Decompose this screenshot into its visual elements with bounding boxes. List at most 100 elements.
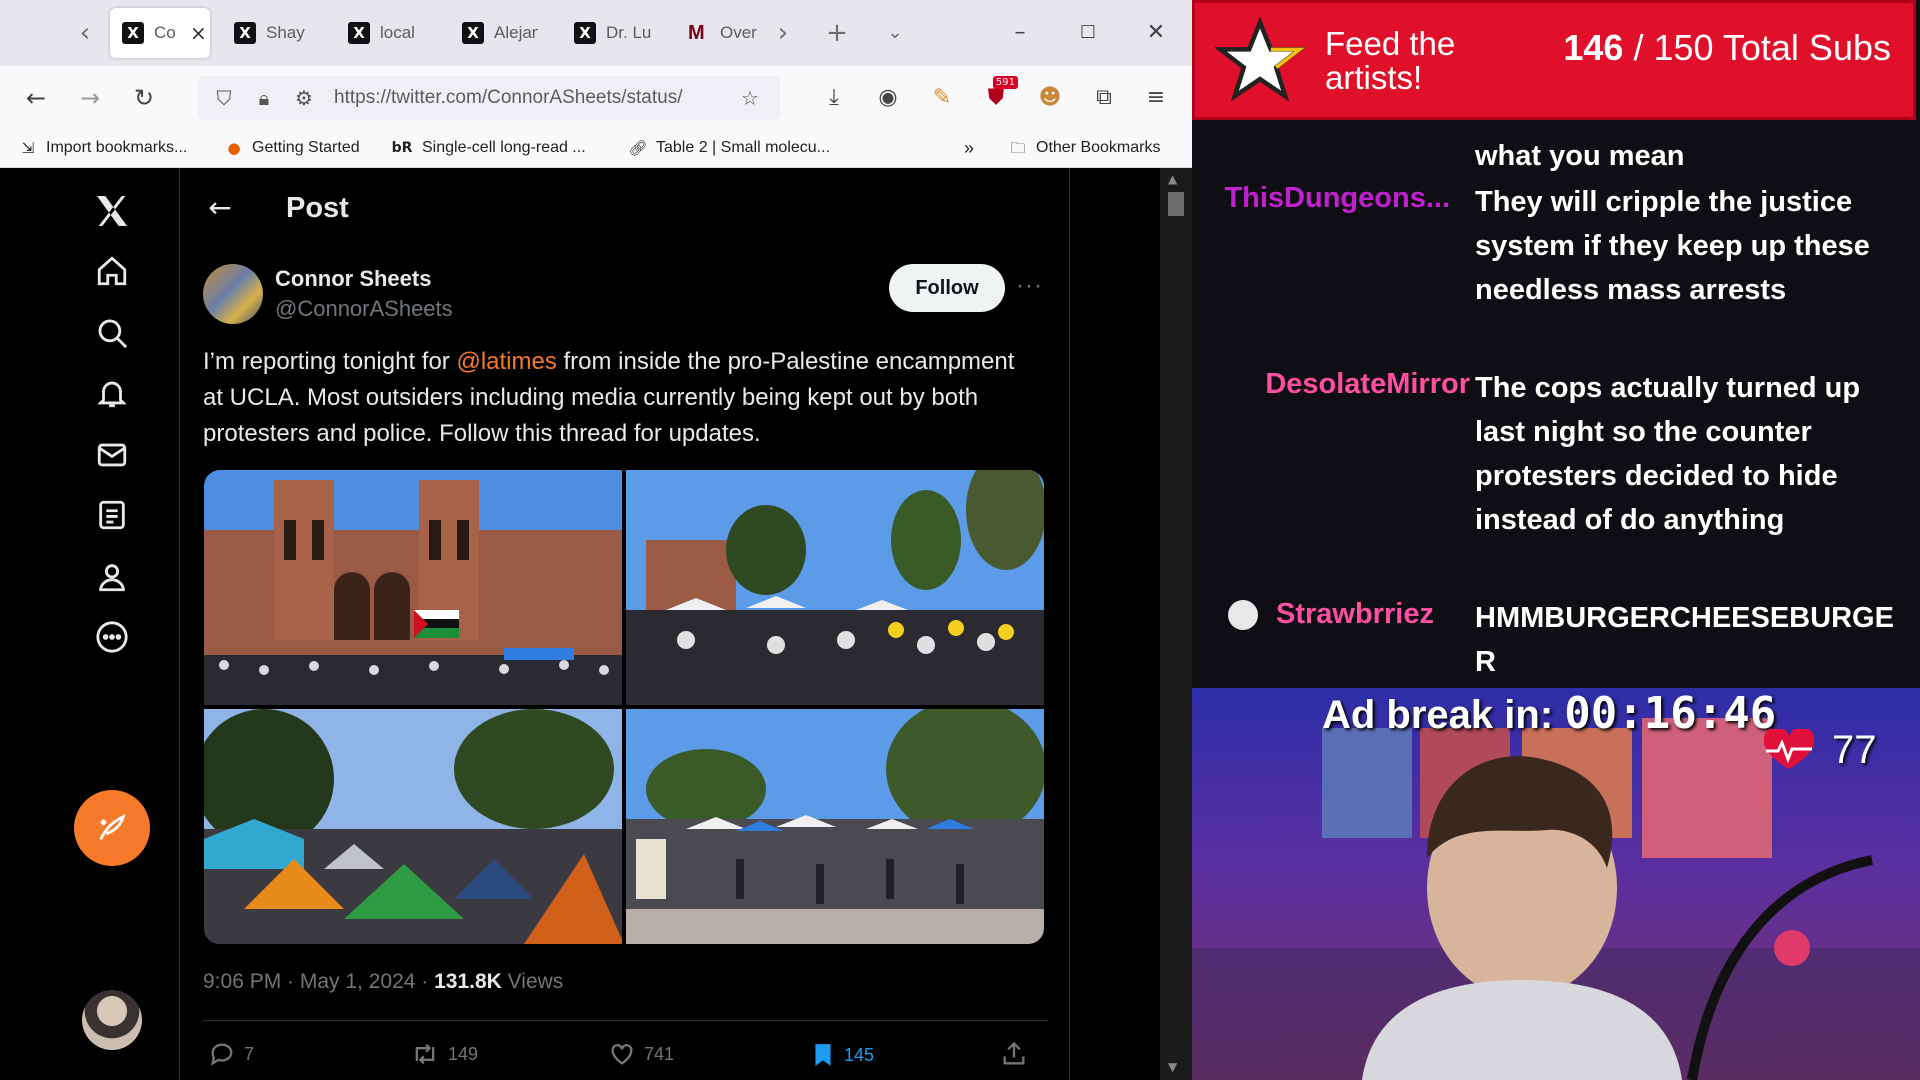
chat-username[interactable]: DesolateMirror [1265, 368, 1470, 401]
ad-break-label: Ad break in: [1322, 693, 1565, 737]
chat-username[interactable]: ThisDungeons... [1224, 182, 1450, 215]
tab-active[interactable]: X Co × [110, 8, 210, 58]
scroll-down-icon[interactable]: ▼ [1168, 1060, 1177, 1074]
bookmarks-overflow-icon[interactable]: » [964, 138, 974, 159]
x-home-logo-icon[interactable] [87, 186, 137, 236]
photo-royce-hall[interactable] [204, 470, 622, 705]
extension-ublock-icon[interactable]: ⛊ 591 [980, 76, 1018, 114]
author-handle[interactable]: @ConnorASheets [275, 296, 453, 322]
lock-icon[interactable]: 🔒︎ [250, 84, 278, 112]
tab-scroll-right-icon[interactable]: › [768, 18, 798, 48]
more-icon[interactable] [87, 612, 137, 662]
maximize-icon[interactable]: ☐ [1073, 18, 1103, 48]
repost-button[interactable]: 149 [410, 1040, 478, 1068]
ad-break-countdown: Ad break in: 00:16:46 [1322, 688, 1776, 739]
tab[interactable]: X Dr. Lu [562, 8, 662, 58]
chat-message: They will cripple the justice system if … [1475, 186, 1870, 306]
chat-panel: what you mean ThisDungeons... They will … [1192, 120, 1920, 688]
bookmark-table-2[interactable]: 🔗︎ Table 2 | Small molecu... [628, 138, 830, 158]
notifications-icon[interactable] [87, 368, 137, 418]
search-icon[interactable] [87, 308, 137, 358]
share-button[interactable] [1000, 1040, 1036, 1068]
scroll-up-icon[interactable]: ▲ [1168, 172, 1177, 186]
photo-crowd[interactable] [626, 470, 1044, 705]
downloads-icon[interactable]: ⤓ [818, 82, 850, 114]
new-tab-icon[interactable]: + [822, 18, 852, 48]
author-name[interactable]: Connor Sheets [275, 266, 431, 292]
tweet-text-part: I’m reporting tonight for [203, 348, 457, 375]
like-count: 741 [644, 1043, 675, 1064]
like-button[interactable]: 741 [608, 1040, 674, 1068]
author-avatar[interactable] [203, 264, 263, 324]
tab[interactable]: X Alejan [450, 8, 550, 58]
twitter-page: ← Post Connor Sheets @ConnorASheets Foll… [0, 168, 1192, 1080]
photo-encampment[interactable] [626, 709, 1044, 944]
back-arrow-icon[interactable]: ← [202, 190, 238, 226]
list-tabs-icon[interactable]: ⌄ [880, 18, 910, 48]
tab-title: Over [720, 23, 757, 42]
home-icon[interactable] [87, 246, 137, 296]
url-text[interactable]: https://twitter.com/ConnorASheets/status… [334, 87, 724, 109]
tab-scroll-left-icon[interactable]: ‹ [70, 18, 100, 48]
bookmark-single-cell[interactable]: bR Single-cell long-read ... [390, 138, 586, 158]
permissions-icon[interactable]: ⚙ [290, 84, 318, 112]
menu-icon[interactable]: ≡ [1140, 82, 1172, 114]
profile-icon[interactable] [87, 552, 137, 602]
lists-icon[interactable] [87, 490, 137, 540]
tab-title: local [380, 23, 415, 42]
follow-button[interactable]: Follow [889, 264, 1005, 312]
tab-title: Shay [266, 23, 305, 42]
reply-button[interactable]: 7 [208, 1040, 254, 1068]
window-close-icon[interactable]: ✕ [1141, 18, 1171, 48]
post-timestamp[interactable]: 9:06 PM · May 1, 2024 · [203, 970, 434, 993]
bookmarks-bar: ⇲ Import bookmarks... ● Getting Started … [0, 130, 1192, 168]
scrollbar[interactable]: ▲ ▼ [1160, 168, 1192, 1080]
reload-icon[interactable]: ↻ [128, 82, 160, 114]
post-column: ← Post Connor Sheets @ConnorASheets Foll… [180, 168, 1070, 1080]
minimize-icon[interactable]: – [1005, 18, 1035, 48]
tab-bar: ‹ X Co × X Shay X local X Alejan X Dr. L… [0, 0, 1192, 66]
tab-close-icon[interactable]: × [190, 21, 207, 45]
feed-artists-text: Feed the artists! [1325, 27, 1455, 95]
scroll-thumb[interactable] [1168, 192, 1184, 216]
account-avatar[interactable] [82, 990, 142, 1050]
mention-link[interactable]: @latimes [456, 348, 556, 375]
account-icon[interactable]: ◉ [872, 82, 904, 114]
reply-count: 7 [244, 1043, 255, 1064]
tab[interactable]: X Shay [222, 8, 322, 58]
bookmark-import[interactable]: ⇲ Import bookmarks... [18, 138, 188, 158]
extensions-icon[interactable]: ⧉ [1088, 82, 1120, 114]
chat-user-strawbrriez[interactable]: Strawbrriez [1228, 598, 1434, 631]
extension-avatar-icon[interactable]: ☻ [1034, 82, 1066, 114]
bookmark-star-icon[interactable]: ☆ [736, 84, 764, 112]
other-bookmarks[interactable]: 🗀 Other Bookmarks [1008, 138, 1160, 158]
post-meta: 9:06 PM · May 1, 2024 · 131.8K Views [203, 970, 563, 994]
link-icon: 🔗︎ [628, 139, 648, 157]
firefox-icon: ● [227, 139, 241, 157]
bookmark-count: 145 [844, 1044, 875, 1065]
chat-username[interactable]: Strawbrriez [1276, 598, 1434, 631]
import-icon: ⇲ [21, 139, 35, 157]
x-logo-icon: X [122, 22, 144, 44]
messages-icon[interactable] [87, 430, 137, 480]
page-title: Post [286, 192, 349, 224]
heart-rate-value: 77 [1832, 728, 1877, 772]
bookmark-getting-started[interactable]: ● Getting Started [224, 138, 359, 158]
photo-tents[interactable] [204, 709, 622, 944]
tab[interactable]: X local [336, 8, 436, 58]
views-count: 131.8K [434, 970, 502, 993]
reply-icon [211, 1043, 233, 1066]
compose-post-button[interactable] [74, 790, 150, 866]
shield-icon[interactable]: ⛉ [210, 84, 238, 112]
forward-icon[interactable]: → [74, 82, 106, 114]
tab[interactable]: M Over [676, 8, 776, 58]
url-bar[interactable]: ⛉ 🔒︎ ⚙ https://twitter.com/ConnorASheets… [198, 76, 780, 120]
extension-fox-icon[interactable]: ✎ [926, 82, 958, 114]
more-options-icon[interactable]: ··· [1016, 272, 1043, 300]
bookmark-button[interactable]: 145 [810, 1040, 874, 1070]
ad-break-timer: 00:16:46 [1564, 688, 1777, 739]
extension-badge: 591 [992, 76, 1018, 89]
bookmark-label: Single-cell long-read ... [422, 139, 586, 156]
back-icon[interactable]: ← [20, 82, 52, 114]
tab-title: Dr. Lu [606, 23, 652, 42]
